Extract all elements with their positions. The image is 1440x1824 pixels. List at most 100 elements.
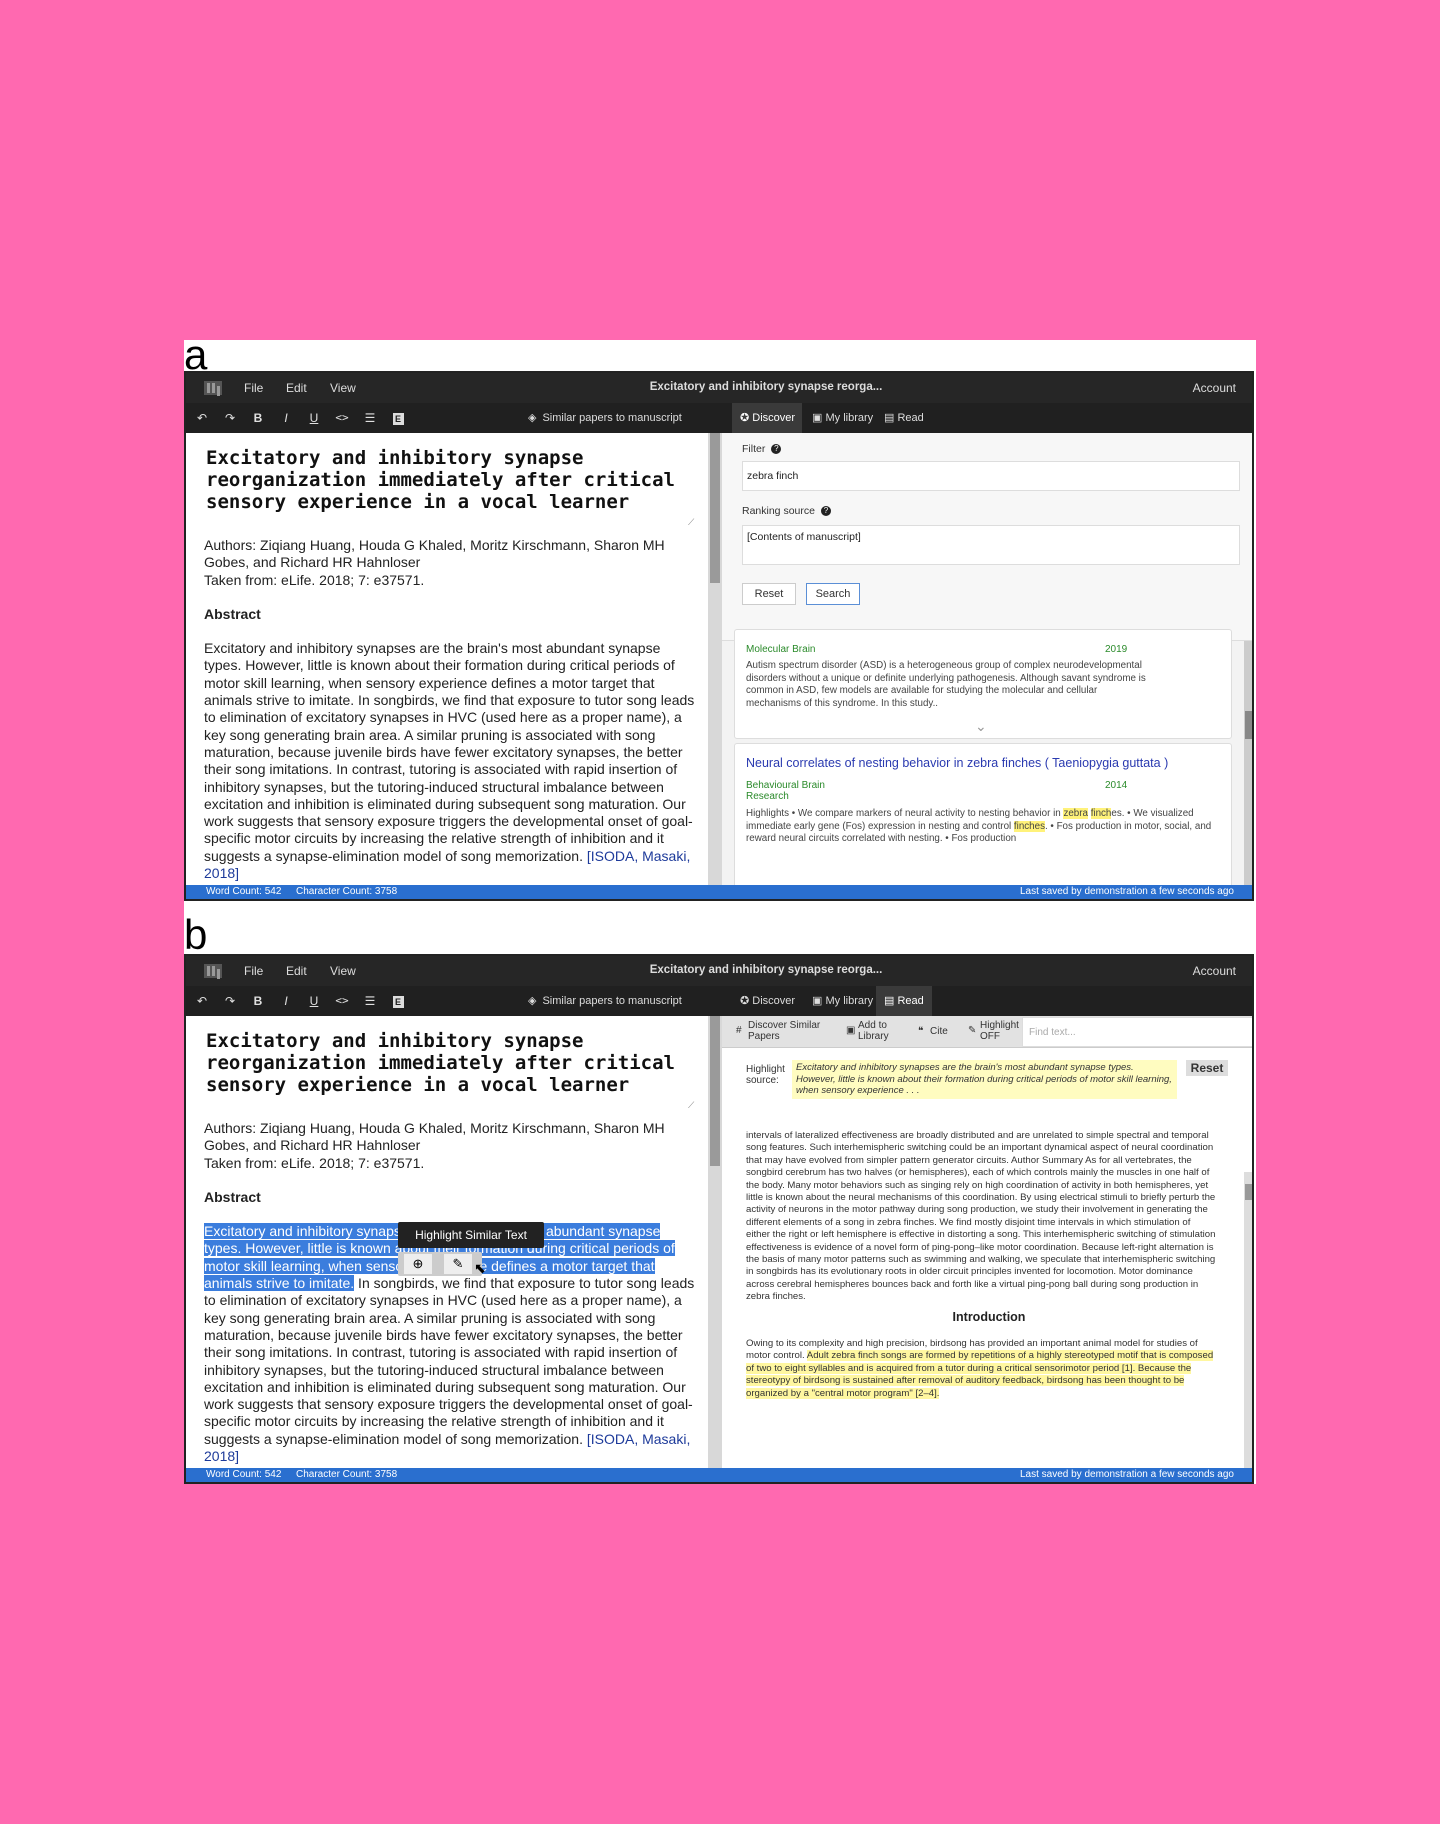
- tab-read[interactable]: ▤ Read: [876, 403, 932, 433]
- help-icon[interactable]: ?: [820, 506, 831, 517]
- layers-icon: ◈: [528, 412, 537, 424]
- italic-button[interactable]: I: [276, 409, 296, 427]
- tab-my-library[interactable]: ▣ My library: [804, 986, 881, 1016]
- menu-edit[interactable]: Edit: [286, 381, 307, 395]
- result-year: 2014: [1105, 780, 1128, 791]
- grid-logo-icon[interactable]: [204, 381, 222, 395]
- menu-view[interactable]: View: [330, 381, 356, 395]
- library-icon: ▣: [846, 1025, 856, 1036]
- reset-button[interactable]: Reset: [742, 583, 796, 605]
- menu-file[interactable]: File: [244, 964, 263, 978]
- ranking-label: Ranking source?: [742, 505, 831, 517]
- character-count: Character Count: 3758: [296, 886, 398, 897]
- result-highlights: Highlights • We compare markers of neura…: [746, 808, 1212, 844]
- similar-papers-button[interactable]: ◈ Similar papers to manuscript: [528, 411, 682, 424]
- status-bar: Word Count: 542 Character Count: 3758 La…: [186, 885, 1252, 899]
- undo-icon[interactable]: ↶: [192, 409, 212, 427]
- menu-file[interactable]: File: [244, 381, 263, 395]
- document-icon: ▤: [884, 995, 895, 1007]
- list-icon[interactable]: ☰: [360, 992, 380, 1010]
- tab-read[interactable]: ▤ Read: [876, 986, 932, 1016]
- account-menu[interactable]: Account: [1193, 381, 1236, 395]
- reset-highlight-button[interactable]: Reset: [1186, 1060, 1228, 1076]
- bold-button[interactable]: B: [248, 992, 268, 1010]
- resize-handle-icon[interactable]: ⟋: [688, 1100, 694, 1111]
- help-icon[interactable]: ?: [771, 444, 782, 455]
- abstract-heading: Abstract: [204, 605, 261, 622]
- block-icon[interactable]: E: [388, 409, 408, 427]
- add-to-library-button[interactable]: ▣ Add to Library: [846, 1020, 904, 1042]
- word-count: Word Count: 542: [206, 1469, 282, 1480]
- manuscript-title[interactable]: Excitatory and inhibitory synapse reorga…: [206, 447, 696, 513]
- app-window-a: File Edit View Excitatory and inhibitory…: [184, 371, 1254, 901]
- tab-discover[interactable]: ✪ Discover: [732, 986, 803, 1016]
- reader-view[interactable]: Highlight source: Excitatory and inhibit…: [722, 1048, 1252, 1468]
- underline-button[interactable]: U: [304, 409, 324, 427]
- underline-button[interactable]: U: [304, 992, 324, 1010]
- ranking-source-input[interactable]: [Contents of manuscript]: [742, 525, 1240, 565]
- code-button[interactable]: <>: [332, 409, 352, 427]
- filter-input[interactable]: zebra finch: [742, 461, 1240, 491]
- highlight-toggle-button[interactable]: ✎ Highlight OFF: [968, 1020, 1020, 1042]
- scroll-thumb[interactable]: [710, 433, 720, 583]
- tab-my-library[interactable]: ▣ My library: [804, 403, 881, 433]
- results-scrollbar[interactable]: [1244, 641, 1252, 885]
- highlight-source-text: Excitatory and inhibitory synapses are t…: [792, 1060, 1177, 1099]
- reader-scrollbar[interactable]: [1244, 1172, 1252, 1468]
- scroll-thumb[interactable]: [710, 1016, 720, 1166]
- quote-icon: ❝: [918, 1026, 924, 1037]
- status-bar: Word Count: 542 Character Count: 3758 La…: [186, 1468, 1252, 1482]
- selection-popup: ⊕ ✎: [398, 1252, 482, 1276]
- chevron-down-icon[interactable]: ⌄: [975, 718, 987, 735]
- highlighter-icon: ✎: [968, 1025, 977, 1036]
- last-saved: Last saved by demonstration a few second…: [1019, 886, 1234, 897]
- discover-similar-button[interactable]: # Discover Similar Papers: [736, 1020, 828, 1042]
- tab-discover[interactable]: ✪ Discover: [732, 403, 802, 433]
- zoom-icon[interactable]: ⊕: [404, 1254, 432, 1274]
- editor-scrollbar[interactable]: [708, 433, 722, 885]
- manuscript-editor[interactable]: Excitatory and inhibitory synapse reorga…: [186, 433, 708, 885]
- menu-edit[interactable]: Edit: [286, 964, 307, 978]
- italic-button[interactable]: I: [276, 992, 296, 1010]
- source: Taken from: eLife. 2018; 7: e37571.: [204, 1154, 425, 1171]
- scroll-thumb[interactable]: [1245, 711, 1252, 739]
- abstract-heading: Abstract: [204, 1188, 261, 1205]
- result-card[interactable]: Molecular Brain 2019 Autism spectrum dis…: [734, 629, 1232, 739]
- last-saved: Last saved by demonstration a few second…: [1019, 1469, 1234, 1480]
- grid-logo-icon[interactable]: [204, 964, 222, 978]
- result-title[interactable]: Neural correlates of nesting behavior in…: [746, 756, 1168, 770]
- character-count: Character Count: 3758: [296, 1469, 398, 1480]
- panel-label-a: a: [184, 331, 208, 378]
- similar-papers-button[interactable]: ◈ Similar papers to manuscript: [528, 994, 682, 1007]
- result-card[interactable]: Neural correlates of nesting behavior in…: [734, 743, 1232, 885]
- compass-icon: ✪: [740, 995, 750, 1007]
- scroll-thumb[interactable]: [1245, 1184, 1252, 1200]
- bold-button[interactable]: B: [248, 409, 268, 427]
- list-icon[interactable]: ☰: [360, 409, 380, 427]
- result-journal: Molecular Brain: [746, 644, 816, 655]
- resize-handle-icon[interactable]: ⟋: [688, 517, 694, 528]
- filter-box: Filter? zebra finch Ranking source? [Con…: [722, 433, 1252, 641]
- compass-icon: ✪: [740, 412, 750, 424]
- result-abstract: Autism spectrum disorder (ASD) is a hete…: [746, 660, 1146, 709]
- abstract-text[interactable]: Excitatory and inhibitory synapses are t…: [204, 640, 699, 882]
- highlighter-icon[interactable]: ✎: [444, 1254, 472, 1274]
- undo-icon[interactable]: ↶: [192, 992, 212, 1010]
- manuscript-editor[interactable]: Excitatory and inhibitory synapse reorga…: [186, 1016, 708, 1468]
- account-menu[interactable]: Account: [1193, 964, 1236, 978]
- editor-scrollbar[interactable]: [708, 1016, 722, 1468]
- manuscript-body[interactable]: Authors: Ziqiang Huang, Houda G Khaled, …: [204, 537, 699, 882]
- editor-toolbar: ↶ ↷ B I U <> ☰ E ◈ Similar papers to manu…: [186, 986, 1252, 1016]
- manuscript-title[interactable]: Excitatory and inhibitory synapse reorga…: [206, 1030, 696, 1096]
- code-button[interactable]: <>: [332, 992, 352, 1010]
- manuscript-body[interactable]: Authors: Ziqiang Huang, Houda G Khaled, …: [204, 1120, 699, 1465]
- menu-view[interactable]: View: [330, 964, 356, 978]
- redo-icon[interactable]: ↷: [220, 409, 240, 427]
- block-icon[interactable]: E: [388, 992, 408, 1010]
- menubar: File Edit View Excitatory and inhibitory…: [186, 956, 1252, 986]
- cite-button[interactable]: ❝ Cite: [918, 1026, 948, 1037]
- source: Taken from: eLife. 2018; 7: e37571.: [204, 571, 425, 588]
- redo-icon[interactable]: ↷: [220, 992, 240, 1010]
- find-text-input[interactable]: Find text...: [1022, 1017, 1252, 1047]
- search-button[interactable]: Search: [806, 583, 860, 605]
